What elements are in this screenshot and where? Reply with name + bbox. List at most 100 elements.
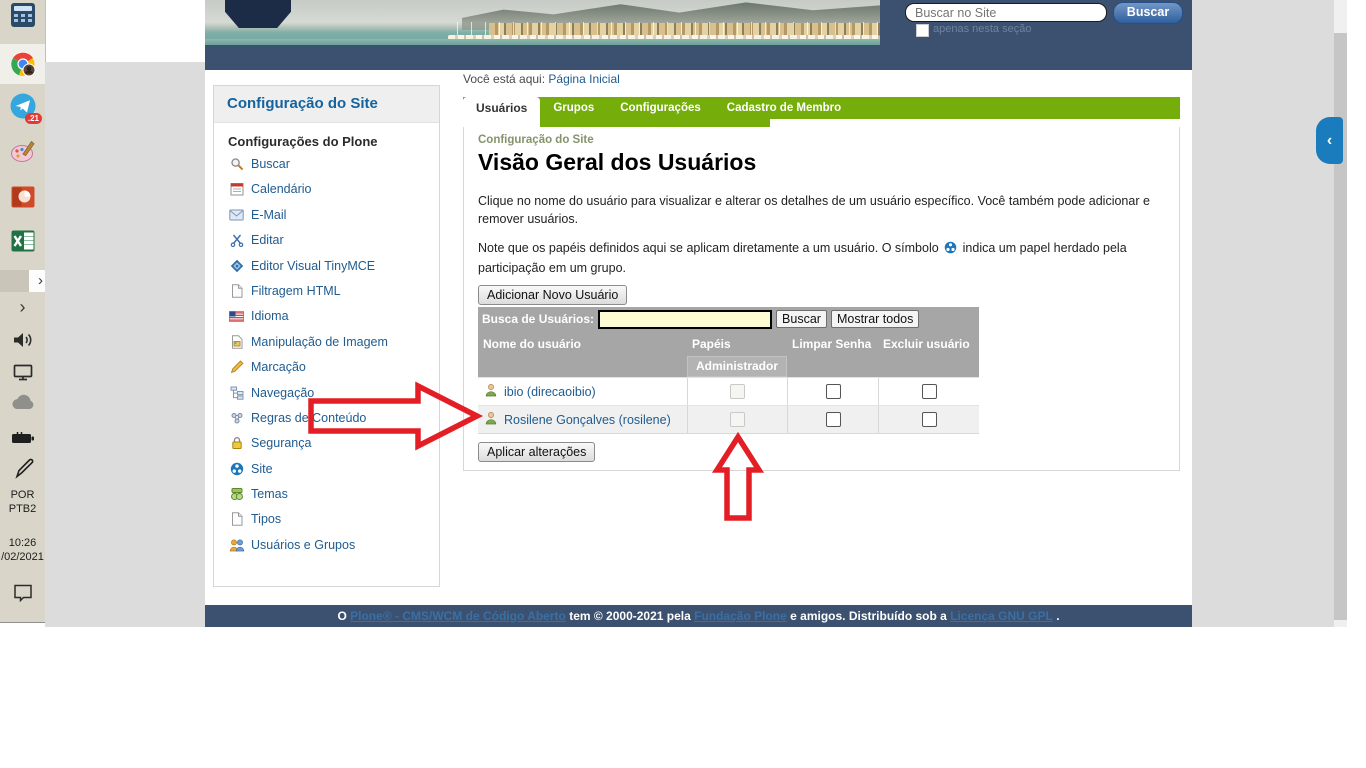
excel-icon[interactable] (0, 228, 45, 254)
sidebar-item-label: Navegação (251, 386, 314, 400)
user-link[interactable]: ibio (direcaoibio) (504, 385, 596, 399)
sidebar-item-site[interactable]: Site (228, 462, 431, 476)
document-icon (228, 284, 245, 298)
pencil-icon (228, 360, 245, 374)
footer-link[interactable]: Fundação Plone (694, 609, 787, 623)
footer-link[interactable]: Plone® - CMS/WCM de Código Aberto (350, 609, 566, 623)
notification-center-icon[interactable] (0, 582, 45, 604)
tab-configuracoes[interactable]: Configurações (607, 97, 714, 119)
tab-grupos[interactable]: Grupos (540, 97, 607, 119)
sidebar-item-regras-de-conteudo[interactable]: Regras de Conteúdo (228, 411, 431, 425)
parent-section-link[interactable]: Configuração do Site (478, 134, 594, 146)
tinymce-icon (228, 259, 245, 273)
breadcrumb-home-link[interactable]: Página Inicial (548, 72, 619, 86)
tree-icon (228, 386, 245, 400)
tab-usuarios[interactable]: Usuários (463, 97, 540, 127)
users-table-header: Nome do usuário Papéis Limpar Senha Excl… (478, 331, 979, 356)
chrome-icon[interactable] (0, 44, 45, 84)
cast-icon[interactable] (0, 360, 45, 384)
administrator-role-checkbox[interactable] (730, 384, 745, 399)
main-content: Configuração do Site Visão Geral dos Usu… (463, 127, 1180, 471)
sidebar-item-filtragem-html[interactable]: Filtragem HTML (228, 284, 431, 298)
users-table-rows: ibio (direcaoibio) Rosilene Gonçalves (ro… (478, 377, 979, 433)
remove-user-checkbox[interactable] (922, 412, 937, 427)
breadcrumb-label: Você está aqui: (463, 72, 545, 86)
calculator-icon[interactable] (0, 2, 45, 28)
sidebar-item-e-mail[interactable]: E-Mail (228, 208, 431, 222)
search-small-icon (228, 157, 245, 171)
apply-changes-button[interactable]: Aplicar alterações (478, 442, 595, 462)
scissors-icon (228, 233, 245, 247)
sidebar-item-manipulacao-de-imagem[interactable]: Manipulação de Imagem (228, 335, 431, 349)
sidebar-item-navegacao[interactable]: Navegação (228, 386, 431, 400)
show-all-users-button[interactable]: Mostrar todos (831, 310, 919, 328)
remove-user-checkbox[interactable] (922, 384, 937, 399)
sidebar-item-label: E-Mail (251, 208, 286, 222)
footer-text: . (1053, 609, 1060, 623)
browser-side-panel-handle[interactable]: ‹ (1316, 117, 1343, 164)
sidebar-item-label: Manipulação de Imagem (251, 335, 388, 349)
sidebar-item-marcacao[interactable]: Marcação (228, 360, 431, 374)
reset-password-checkbox[interactable] (826, 384, 841, 399)
image-icon (228, 335, 245, 349)
user-search-input[interactable] (598, 310, 772, 329)
telegram-icon[interactable]: .21 (0, 92, 45, 120)
intro2-before: Note que os papéis definidos aqui se apl… (478, 241, 939, 255)
sidebar-item-label: Filtragem HTML (251, 284, 341, 298)
powerpoint-icon[interactable] (0, 184, 45, 210)
pen-icon[interactable] (0, 456, 45, 480)
site-search-input[interactable] (905, 3, 1107, 22)
add-new-user-button[interactable]: Adicionar Novo Usuário (478, 285, 627, 305)
site-search-button[interactable]: Buscar (1113, 2, 1183, 24)
user-link[interactable]: Rosilene Gonçalves (rosilene) (504, 413, 671, 427)
sidebar-item-label: Tipos (251, 512, 281, 526)
sidebar-item-idioma[interactable]: Idioma (228, 309, 431, 323)
sidebar-item-seguranca[interactable]: Segurança (228, 436, 431, 450)
search-section-checkbox-label: apenas nesta seção (933, 23, 1031, 35)
tab-cadastro-de-membro[interactable]: Cadastro de Membro (714, 97, 854, 119)
user-row: Rosilene Gonçalves (rosilene) (478, 405, 979, 433)
users-table-search-row: Busca de Usuários: Buscar Mostrar todos (478, 307, 979, 331)
paint-icon[interactable] (0, 138, 45, 166)
footer-link[interactable]: Licença GNU GPL (950, 609, 1053, 623)
unread-badge: .21 (25, 113, 42, 124)
user-search-label: Busca de Usuários: (482, 312, 594, 326)
email-icon (228, 209, 245, 221)
administrator-role-checkbox[interactable] (730, 412, 745, 427)
sidebar-item-editar[interactable]: Editar (228, 233, 431, 247)
portlet-title: Configuração do Site (214, 86, 439, 123)
sidebar-item-buscar[interactable]: Buscar (228, 157, 431, 171)
user-search-button[interactable]: Buscar (776, 310, 827, 328)
language-indicator[interactable]: POR PTB2 (0, 488, 45, 516)
col-roles: Papéis (687, 337, 787, 351)
sidebar-item-usuarios-e-grupos[interactable]: Usuários e Grupos (228, 538, 431, 552)
footer-text: tem © 2000-2021 pela (566, 609, 694, 623)
site-banner-photo (205, 0, 880, 45)
content-rules-icon (228, 411, 245, 425)
calendar-icon (228, 182, 245, 196)
sidebar-item-tipos[interactable]: Tipos (228, 512, 431, 526)
users-icon (228, 538, 245, 552)
banner-water (205, 39, 880, 45)
chevron-right-icon[interactable]: › (0, 298, 45, 316)
volume-icon[interactable] (0, 328, 45, 352)
person-icon (484, 383, 498, 400)
taskbar-clock[interactable]: 10:26 /02/2021 (0, 536, 45, 564)
sidebar-item-label: Idioma (251, 309, 289, 323)
sidebar-item-label: Editor Visual TinyMCE (251, 259, 375, 273)
sidebar-item-label: Marcação (251, 360, 306, 374)
windows-taskbar: .21 › › POR PTB2 10:26 /02/2021 (0, 0, 46, 623)
sidebar-item-calendario[interactable]: Calendário (228, 182, 431, 196)
cloud-icon[interactable] (0, 392, 45, 412)
portlet-section-title: Configurações do Plone (228, 134, 431, 149)
reset-password-checkbox[interactable] (826, 412, 841, 427)
sidebar-item-label: Temas (251, 487, 288, 501)
search-section-checkbox[interactable] (916, 24, 929, 37)
sidebar-item-temas[interactable]: Temas (228, 487, 431, 501)
sidebar-item-editor-visual-tinymce[interactable]: Editor Visual TinyMCE (228, 259, 431, 273)
portlet-items: Buscar Calendário E-Mail Editar Editor Visua… (228, 157, 431, 552)
battery-icon[interactable] (0, 424, 45, 450)
lock-icon (228, 436, 245, 450)
users-table: Busca de Usuários: Buscar Mostrar todos … (478, 307, 979, 434)
overflow-chevron-icon[interactable]: › (0, 270, 45, 292)
